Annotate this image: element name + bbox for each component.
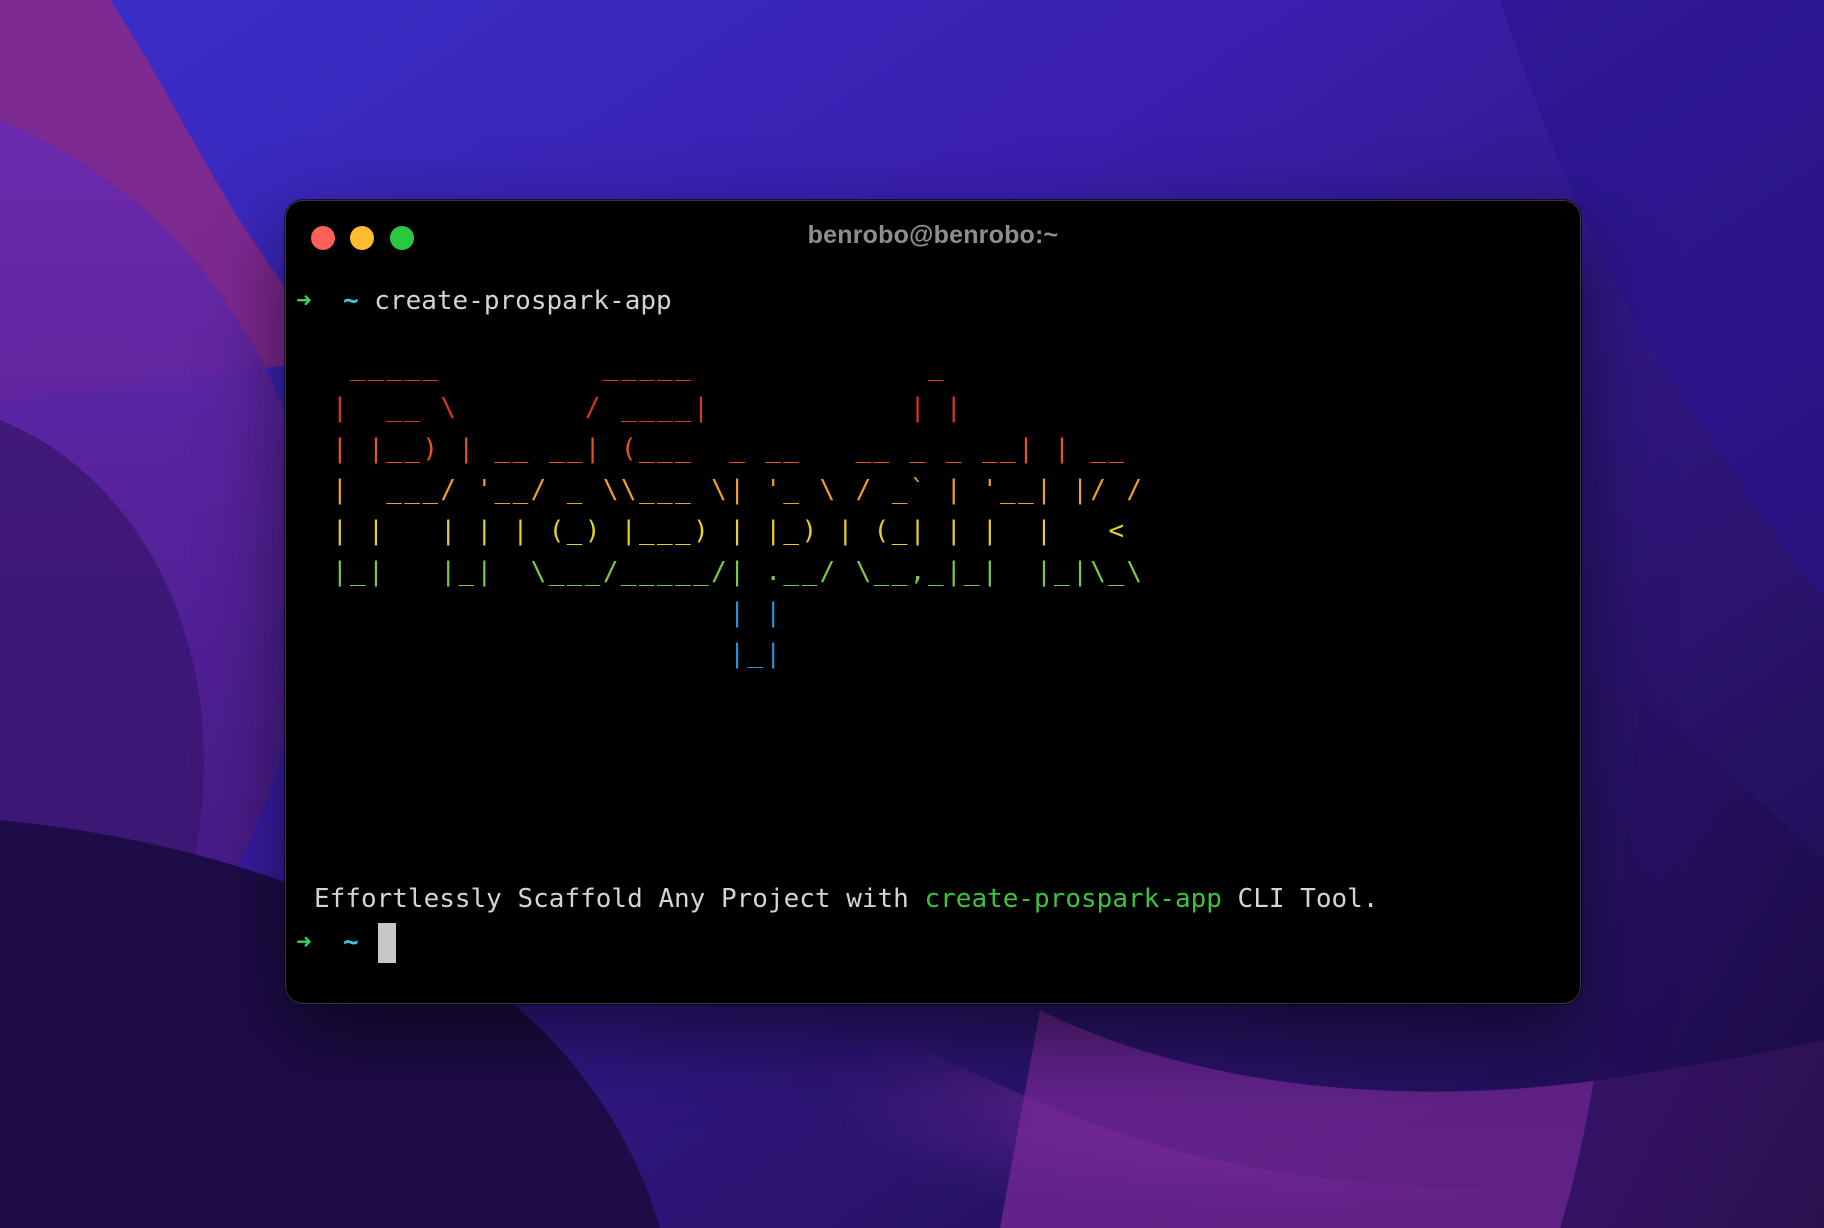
- ascii-art-line: |_| |_| \___/_____/| .__/ \__,_|_| |_|\_…: [314, 557, 1145, 587]
- ascii-art-line: | ___/ '__/ _ \\___ \| '_ \ / _` | '__| …: [314, 475, 1145, 505]
- ascii-art-banner: _____ _____ _ | __ \ / ____| | | | |__) …: [314, 347, 1144, 675]
- tagline-text-before: Effortlessly Scaffold Any Project with: [314, 884, 925, 914]
- prompt-directory: ~: [342, 286, 359, 316]
- text-cursor: [378, 923, 397, 963]
- ascii-art-line: _____ _____ _: [314, 352, 946, 382]
- tagline-highlight: create-prospark-app: [924, 884, 1222, 914]
- ascii-art-line: | | | | | (_) |___) | |_) | (_| | | | <: [314, 516, 1127, 546]
- ascii-art-line: |_|: [314, 639, 784, 669]
- terminal-body[interactable]: ➜ ~ create-prospark-app _____ _____ _ | …: [286, 267, 1580, 1003]
- ascii-art-line: | |: [314, 598, 784, 628]
- command-text: create-prospark-app: [374, 286, 672, 316]
- prompt-arrow-icon: ➜: [296, 927, 312, 958]
- prompt-directory: ~: [342, 927, 359, 958]
- ascii-art-line: | __ \ / ____| | |: [314, 393, 964, 423]
- window-title: benrobo@benrobo:~: [807, 221, 1059, 249]
- active-prompt-line[interactable]: ➜ ~: [296, 923, 397, 963]
- tagline-text-after: CLI Tool.: [1221, 884, 1379, 914]
- title-bar: benrobo@benrobo:~: [286, 201, 1580, 267]
- command-line: ➜ ~ create-prospark-app: [296, 285, 672, 317]
- terminal-window: benrobo@benrobo:~ ➜ ~ create-prospark-ap…: [285, 200, 1581, 1004]
- prompt-arrow-icon: ➜: [296, 286, 312, 316]
- ascii-art-line: | |__) | __ __| (___ _ __ __ _ _ __| | _…: [314, 434, 1127, 464]
- tagline: Effortlessly Scaffold Any Project with c…: [314, 883, 1378, 915]
